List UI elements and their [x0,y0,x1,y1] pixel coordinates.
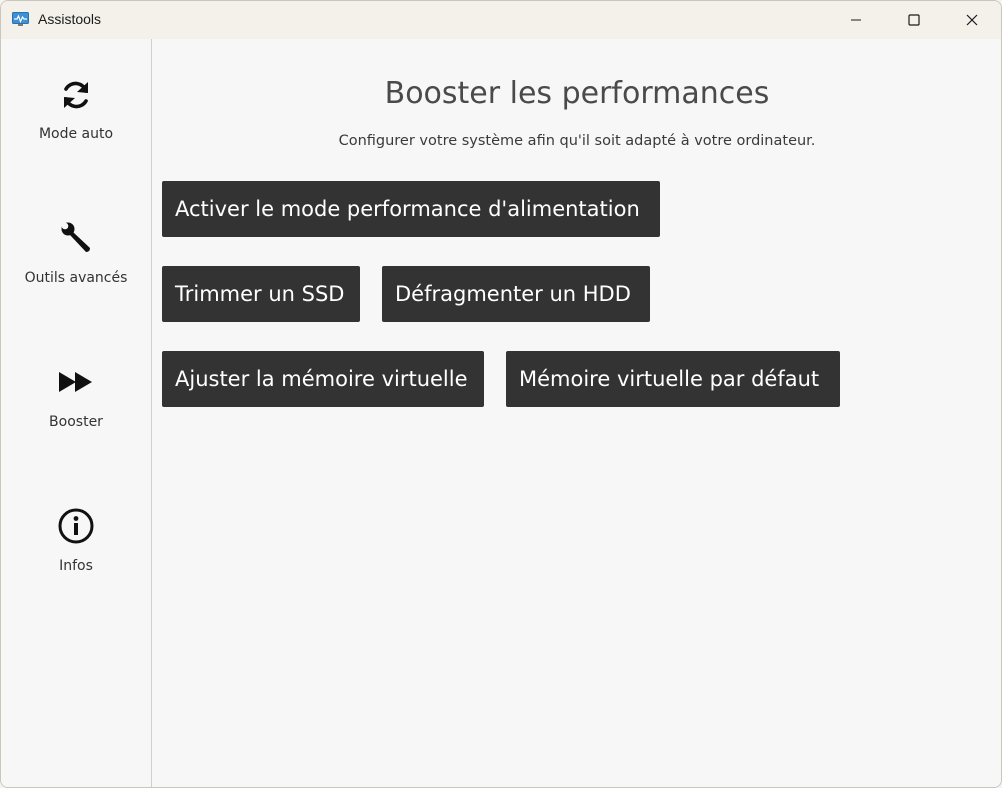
refresh-icon [58,77,94,113]
maximize-icon [908,14,920,26]
sidebar-item-label: Outils avancés [24,270,128,286]
sidebar: Mode auto Outils avancés Booster Infos [1,39,152,787]
default-virtual-memory-button[interactable]: Mémoire virtuelle par défaut [506,351,840,407]
window-title: Assistools [38,11,102,27]
adjust-virtual-memory-button[interactable]: Ajuster la mémoire virtuelle [162,351,484,407]
defrag-hdd-button[interactable]: Défragmenter un HDD [382,266,650,322]
sidebar-item-label: Infos [59,558,93,574]
sidebar-item-label: Mode auto [38,126,114,142]
page-subtitle: Configurer votre système afin qu'il soit… [338,133,816,149]
sidebar-item-booster[interactable]: Booster [1,339,151,449]
main-panel: Booster les performances Configurer votr… [152,39,1001,787]
maximize-button[interactable] [885,1,943,39]
fast-forward-icon [58,364,94,400]
power-performance-button[interactable]: Activer le mode performance d'alimentati… [162,181,660,237]
close-button[interactable] [943,1,1001,39]
title-bar[interactable]: Assistools [1,1,1001,39]
page-title: Booster les performances [384,76,770,111]
sidebar-item-infos[interactable]: Infos [1,489,151,599]
app-monitor-icon [12,12,29,26]
sidebar-item-mode-auto[interactable]: Mode auto [1,39,151,149]
app-window: Assistools Mode auto Outils avancés Boos… [0,0,1002,788]
minimize-icon [851,19,861,21]
sidebar-item-label: Booster [49,414,103,430]
sidebar-item-outils-avances[interactable]: Outils avancés [1,189,151,299]
close-icon [966,14,978,26]
wrench-icon [58,220,94,256]
minimize-button[interactable] [827,1,885,39]
info-icon [58,508,94,544]
trim-ssd-button[interactable]: Trimmer un SSD [162,266,360,322]
